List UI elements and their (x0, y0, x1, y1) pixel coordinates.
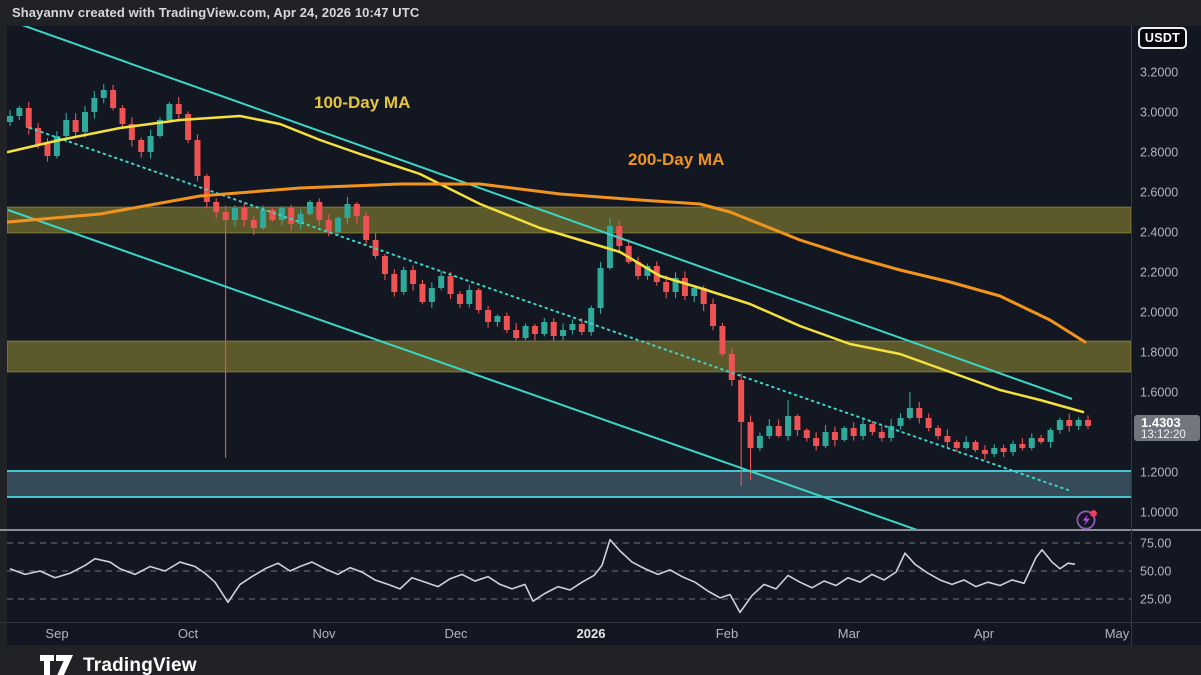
time-axis[interactable] (0, 623, 1131, 645)
price-axis[interactable] (1131, 26, 1201, 623)
tradingview-logo[interactable]: TradingView (40, 655, 197, 675)
tradingview-screenshot: 3.20003.00002.80002.60002.40002.20002.00… (0, 0, 1201, 675)
rsi-pane[interactable] (0, 531, 1131, 622)
tradingview-logo-mark (40, 655, 74, 675)
tradingview-logo-text: TradingView (83, 655, 197, 675)
main-chart-pane[interactable] (0, 26, 1131, 530)
attribution-text: Shayannv created with TradingView.com, A… (12, 5, 419, 20)
